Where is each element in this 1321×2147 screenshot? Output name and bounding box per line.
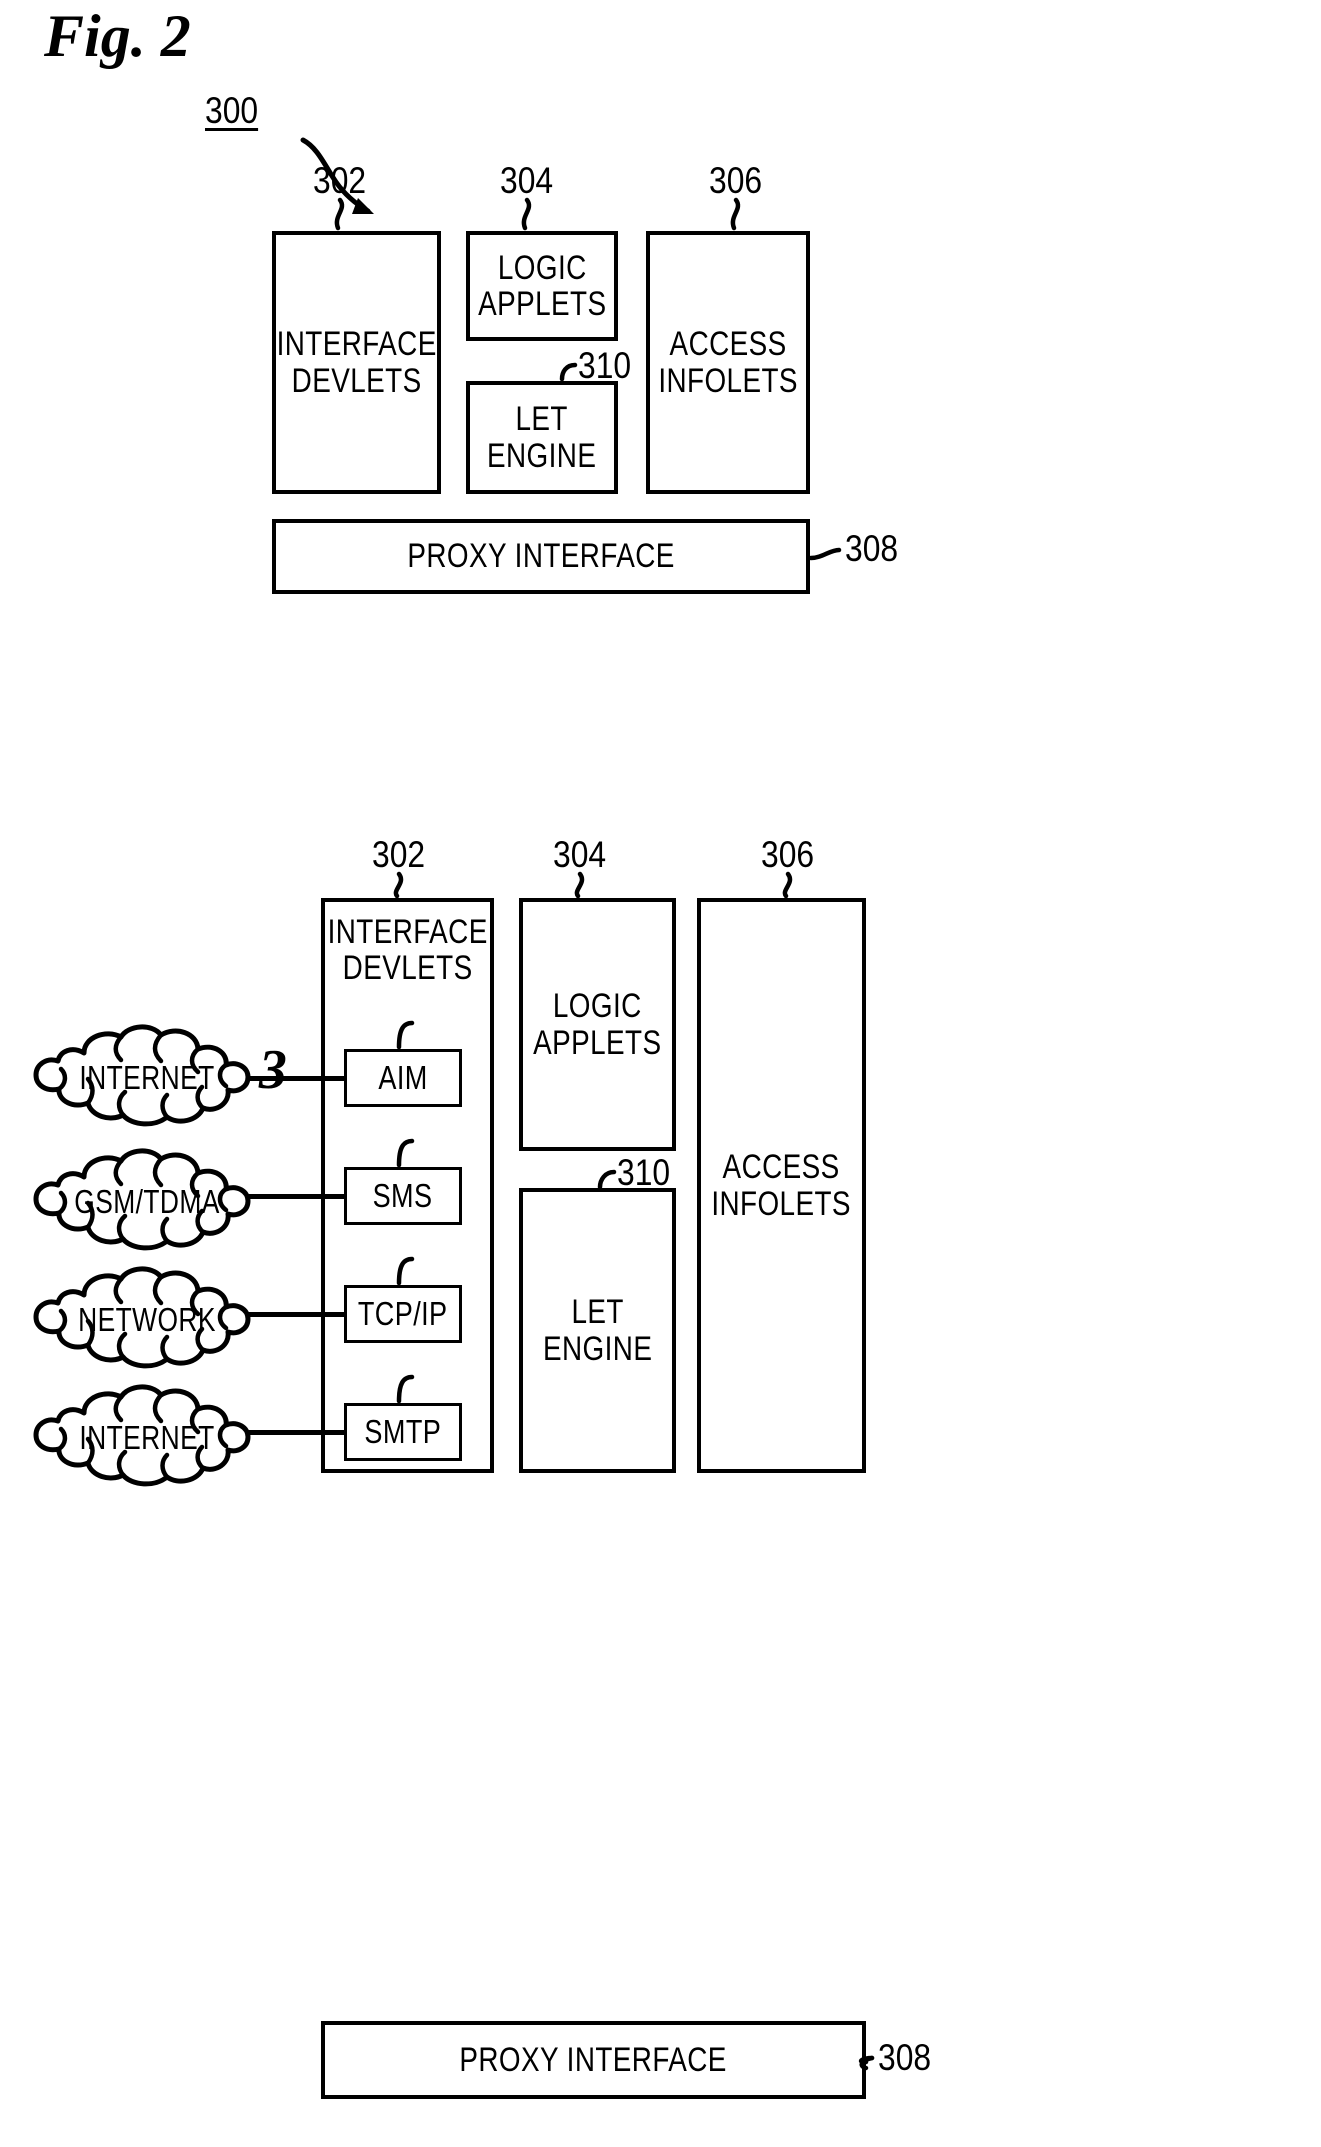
cloud-label: NETWORK bbox=[78, 1301, 216, 1338]
figure-2-title: Fig. 2 bbox=[44, 3, 191, 69]
cloud-network-internet-1: INTERNET bbox=[22, 1023, 272, 1133]
cloud-label: INTERNET bbox=[79, 1059, 215, 1096]
block-label: SMTP bbox=[364, 1412, 442, 1450]
connector-network-to-tcpip bbox=[248, 1312, 346, 1317]
reference-numeral-302-fig2: 302 bbox=[313, 160, 367, 201]
block-label: ACCESS INFOLETS bbox=[711, 1148, 852, 1223]
block-devlet-smtp: SMTP bbox=[344, 1403, 462, 1461]
reference-numeral-304-fig3: 304 bbox=[553, 834, 607, 875]
connector-internet-to-aim bbox=[248, 1076, 346, 1081]
reference-numeral-306-fig2: 306 bbox=[709, 160, 763, 201]
block-label: INTERFACE DEVLETS bbox=[327, 913, 488, 988]
block-label: LOGIC APPLETS bbox=[533, 987, 662, 1062]
reference-numeral-306-fig3: 306 bbox=[761, 834, 815, 875]
block-access-infolets-fig2: ACCESS INFOLETS bbox=[646, 231, 810, 494]
cloud-network-internet-2: INTERNET bbox=[22, 1383, 272, 1493]
block-let-engine-fig2: LET ENGINE bbox=[466, 381, 618, 494]
block-label: TCP/IP bbox=[358, 1294, 448, 1332]
block-let-engine-fig3: LET ENGINE bbox=[519, 1188, 676, 1473]
block-label: ACCESS INFOLETS bbox=[658, 325, 798, 400]
connector-internet2-to-smtp bbox=[248, 1430, 346, 1435]
block-label: AIM bbox=[378, 1058, 428, 1096]
block-label: LOGIC APPLETS bbox=[477, 248, 607, 323]
block-devlet-aim: AIM bbox=[344, 1049, 462, 1107]
block-label: LET ENGINE bbox=[487, 400, 597, 475]
reference-numeral-300: 300 bbox=[205, 90, 259, 131]
block-access-infolets-fig3: ACCESS INFOLETS bbox=[697, 898, 866, 1473]
block-proxy-interface-fig3: PROXY INTERFACE bbox=[321, 2021, 866, 2099]
block-devlet-sms: SMS bbox=[344, 1167, 462, 1225]
block-label: LET ENGINE bbox=[542, 1293, 653, 1368]
block-devlet-tcpip: TCP/IP bbox=[344, 1285, 462, 1343]
block-logic-applets-fig2: LOGIC APPLETS bbox=[466, 231, 618, 341]
block-interface-devlets-fig2: INTERFACE DEVLETS bbox=[272, 231, 441, 494]
reference-numeral-308-fig3: 308 bbox=[878, 2037, 932, 2078]
reference-numeral-302-fig3: 302 bbox=[372, 834, 426, 875]
cloud-label: GSM/TDMA bbox=[74, 1183, 220, 1220]
cloud-network-network: NETWORK bbox=[22, 1265, 272, 1375]
cloud-network-gsm-tdma: GSM/TDMA bbox=[22, 1147, 272, 1257]
connector-gsm-to-sms bbox=[248, 1194, 346, 1199]
block-label: SMS bbox=[373, 1176, 433, 1214]
block-proxy-interface-fig2: PROXY INTERFACE bbox=[272, 519, 810, 594]
block-logic-applets-fig3: LOGIC APPLETS bbox=[519, 898, 676, 1151]
block-label: PROXY INTERFACE bbox=[459, 2040, 728, 2079]
block-label: PROXY INTERFACE bbox=[407, 537, 675, 576]
block-label: INTERFACE DEVLETS bbox=[276, 325, 437, 400]
reference-numeral-304-fig2: 304 bbox=[500, 160, 554, 201]
reference-numeral-308-fig2: 308 bbox=[845, 528, 899, 569]
cloud-label: INTERNET bbox=[79, 1419, 215, 1456]
